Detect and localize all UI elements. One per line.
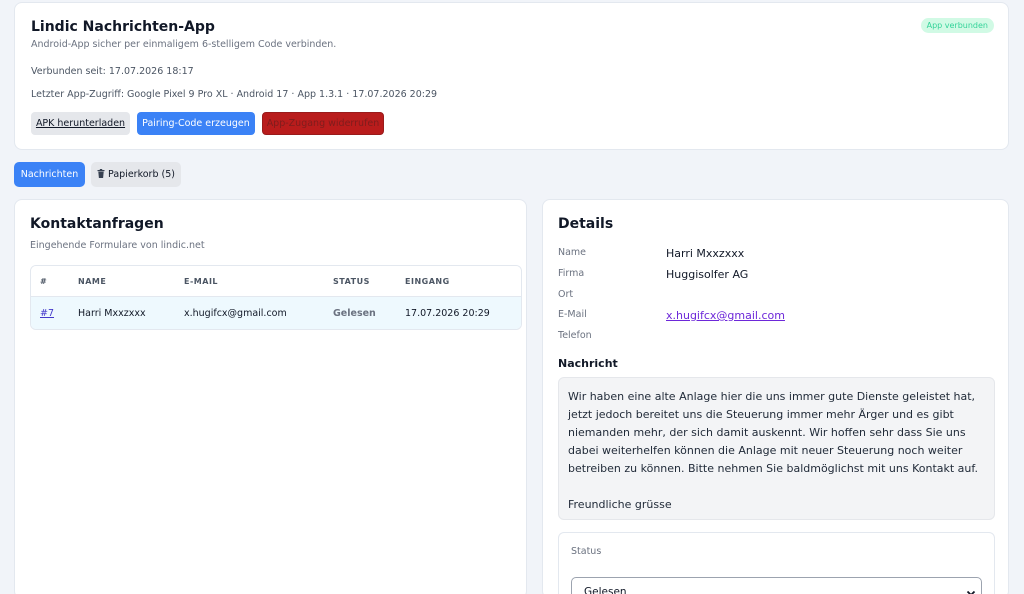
app-card: Lindic Nachrichten-App Android-App siche… [14,2,1009,150]
column-header-name: NAME [78,277,107,286]
status-select-value: Gelesen [584,586,627,594]
status-select[interactable]: Gelesen [571,577,982,594]
table-row[interactable]: #7 Harri Mxxzxxx x.hugifcx@gmail.com Gel… [31,297,521,329]
apk-download-button[interactable]: APK herunterladen [31,112,130,135]
column-header-received: EINGANG [405,277,450,286]
tab-trash[interactable]: Papierkorb (5) [91,162,181,187]
detail-value-company: Huggisolfer AG [666,268,749,281]
column-header-status: STATUS [333,277,370,286]
detail-value-email-link[interactable]: x.hugifcx@gmail.com [666,309,785,322]
row-email: x.hugifcx@gmail.com [184,308,287,319]
pairing-code-button[interactable]: Pairing-Code erzeugen [137,112,255,135]
detail-value-name: Harri Mxxzxxx [666,247,745,260]
status-label: Status [571,546,602,557]
detail-label-email: E-Mail [558,309,587,320]
details-title: Details [558,216,614,232]
last-access-text: Letzter App-Zugriff: Google Pixel 9 Pro … [31,89,438,100]
detail-label-name: Name [558,247,587,258]
table-header: # NAME E-MAIL STATUS EINGANG [31,266,521,297]
requests-title: Kontaktanfragen [30,216,164,232]
requests-table: # NAME E-MAIL STATUS EINGANG #7 Harri Mx… [30,265,522,330]
details-panel: Details Name Harri Mxxzxxx Firma Huggiso… [542,199,1009,594]
row-id-link[interactable]: #7 [40,308,54,319]
trash-icon [97,168,105,181]
row-received: 17.07.2026 20:29 [405,308,490,319]
row-status: Gelesen [333,308,376,319]
detail-label-city: Ort [558,289,574,300]
message-heading: Nachricht [558,357,618,370]
tab-trash-label: Papierkorb (5) [108,169,175,180]
detail-label-company: Firma [558,268,585,279]
revoke-access-button[interactable]: App-Zugang widerrufen [262,112,384,135]
status-section: Status Gelesen [558,532,995,594]
message-box: Wir haben eine alte Anlage hier die uns … [558,377,995,520]
message-body: Wir haben eine alte Anlage hier die uns … [568,390,978,511]
tab-messages[interactable]: Nachrichten [14,162,85,187]
app-title: Lindic Nachrichten-App [31,19,215,35]
detail-label-phone: Telefon [558,330,592,341]
column-header-email: E-MAIL [184,277,219,286]
status-badge: App verbunden [920,18,994,33]
contact-requests-panel: Kontaktanfragen Eingehende Formulare von… [14,199,527,594]
requests-subtitle: Eingehende Formulare von lindic.net [30,240,205,251]
connected-since-text: Verbunden seit: 17.07.2026 18:17 [31,66,194,77]
row-name: Harri Mxxzxxx [78,308,146,319]
app-subtitle: Android-App sicher per einmaligem 6-stel… [31,39,337,50]
column-header-id: # [40,277,48,286]
chevron-down-icon [965,584,977,594]
